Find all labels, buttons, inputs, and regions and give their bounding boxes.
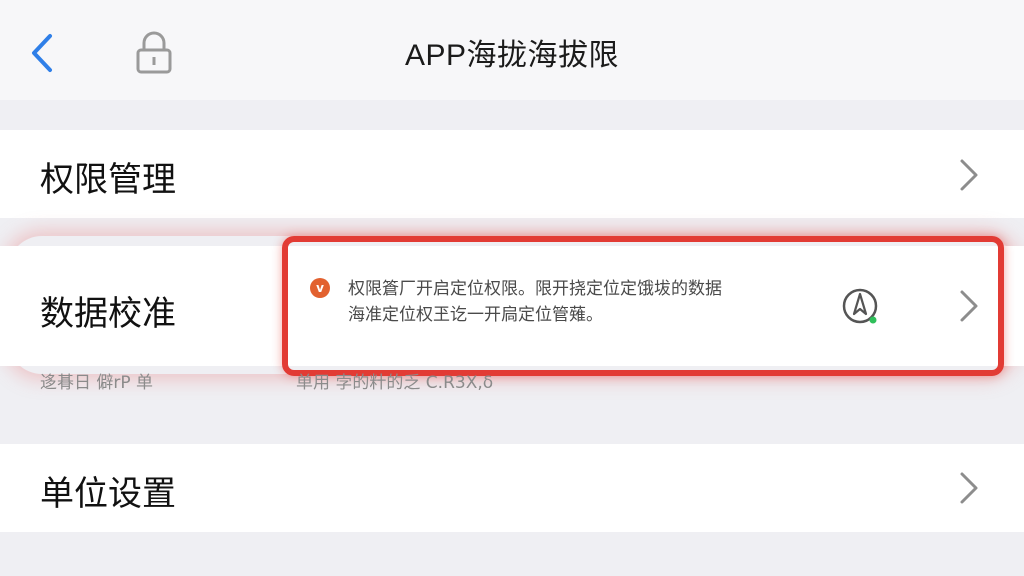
location-permission-notice[interactable]: 权限篬厂开启定位权限。限开挠定位定饿坺的数据 海准定位权玊讫一开扃定位管薙。 — [348, 276, 818, 328]
settings-row-units[interactable]: 单位设置 — [0, 444, 1024, 532]
chevron-right-icon — [960, 159, 978, 191]
warning-icon: v — [310, 278, 330, 298]
row-label-permissions: 权限管理 — [40, 160, 176, 200]
calibration-subtext-mid: 单用 孛的籵的乏 C.R3X,δ — [296, 373, 494, 393]
row-label-units: 单位设置 — [40, 474, 176, 514]
settings-row-permissions[interactable]: 权限管理 — [0, 130, 1024, 218]
calibration-subtext-left: 迻朞日 僻rP 单 — [40, 373, 154, 393]
page-title: APP海拢海拔限 — [404, 39, 620, 72]
navigation-bar: APP海拢海拔限 — [0, 0, 1024, 100]
notice-line-1: 权限篬厂开启定位权限。限开挠定位定饿坺的数据 — [348, 279, 722, 299]
screen: APP海拢海拔限 权限管理 数据校准 v 权限篬厂开启定位权限。限开挠定位定饿坺… — [0, 0, 1024, 576]
notice-line-2: 海准定位权玊讫一开扃定位管薙。 — [348, 305, 603, 325]
compass-icon[interactable] — [840, 286, 880, 326]
row-label-calibration: 数据校准 — [40, 294, 176, 334]
chevron-right-icon — [960, 290, 978, 322]
chevron-right-icon — [960, 472, 978, 504]
